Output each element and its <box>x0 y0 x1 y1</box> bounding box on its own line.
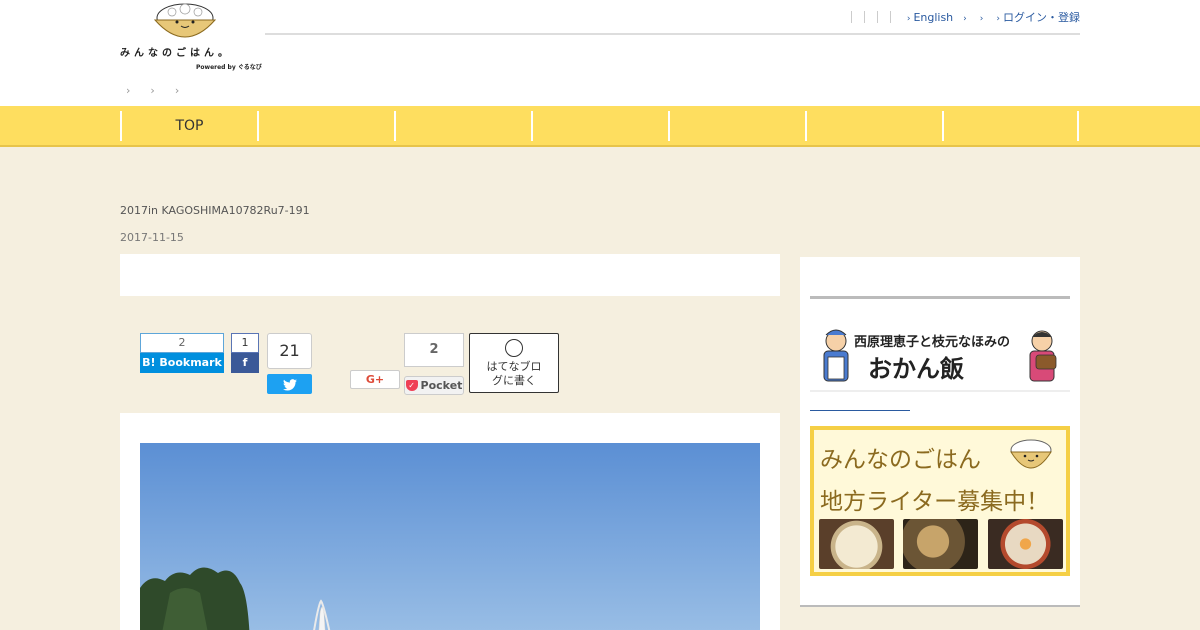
pocket-icon: ✓ <box>405 380 418 391</box>
okan-meshi-subtitle: 西原理恵子と枝元なほみの <box>854 335 1011 350</box>
global-nav: TOP <box>0 106 1200 147</box>
nav-item-top[interactable]: TOP <box>120 111 257 141</box>
header-divider <box>265 33 1080 35</box>
header-link-3[interactable]: › <box>980 11 987 24</box>
hatena-bookmark-count[interactable]: 2 <box>140 333 224 353</box>
facebook-share-count: 1 <box>231 333 259 353</box>
writer-recruit-banner[interactable]: みんなのごはん 地方ライター募集中！ <box>810 426 1070 576</box>
post-header-box <box>120 254 780 296</box>
header-link-english[interactable]: › English <box>907 11 953 24</box>
breadcrumb-chevron-icon[interactable]: › <box>150 84 154 97</box>
logo-powered-by: Powered by ぐるなび <box>196 64 262 71</box>
header-link-login[interactable]: › ログイン・登録 <box>996 9 1080 25</box>
twitter-share-count: 21 <box>267 333 312 369</box>
twitter-share-widget: 21 <box>267 333 312 394</box>
post-content <box>120 413 780 630</box>
writer-recruit-title: みんなのごはん <box>820 447 981 473</box>
nav-items: TOP <box>120 111 1079 141</box>
hatena-blog-icon <box>505 339 523 357</box>
post-title: 2017in KAGOSHIMA10782Ru7-191 <box>120 204 310 217</box>
chevron-right-icon: › <box>963 13 967 24</box>
facebook-share-widget: 1 f <box>231 333 259 373</box>
nav-item-5[interactable] <box>668 111 805 141</box>
food-photo-ramen <box>819 519 894 569</box>
okan-meshi-banner[interactable]: 西原理恵子と枝元なほみの おかん飯 <box>810 327 1070 393</box>
breadcrumb-chevron-icon[interactable]: › <box>175 84 179 97</box>
nav-item-4[interactable] <box>531 111 668 141</box>
google-plus-button[interactable]: G+ <box>350 370 400 389</box>
twitter-bird-icon <box>282 378 297 391</box>
facebook-share-button[interactable]: f <box>231 353 259 373</box>
writer-recruit-subtitle: 地方ライター募集中！ <box>820 489 1050 515</box>
chevron-right-icon: › <box>979 13 984 24</box>
nav-item-2[interactable] <box>257 111 394 141</box>
nav-item-7[interactable] <box>942 111 1079 141</box>
food-photo-oyster <box>903 519 978 569</box>
sidebar: 西原理恵子と枝元なほみの おかん飯 みんなのごはん 地方ライター募集中！ <box>800 257 1080 607</box>
header-link-separator <box>889 11 891 23</box>
post-photo <box>140 443 760 630</box>
sky-tower-photo <box>140 443 760 630</box>
header-links: › English › › › ログイン・登録 <box>845 9 1080 25</box>
post-date[interactable]: 2017-11-15 <box>120 231 184 244</box>
hatena-blog-button[interactable]: はてなブログに書く <box>469 333 559 393</box>
pocket-count: 2 <box>404 333 464 367</box>
breadcrumb: › › › <box>126 84 179 97</box>
header-link-separator <box>863 11 865 23</box>
food-photo-bowl <box>988 519 1063 569</box>
site-header: みんなのごはん。 Powered by ぐるなび › English › › › ロ… <box>0 0 1200 106</box>
okan-meshi-title: おかん飯 <box>868 355 964 383</box>
chevron-right-icon: › <box>996 14 1000 24</box>
header-link-separator <box>850 11 852 23</box>
nav-item-6[interactable] <box>805 111 942 141</box>
rice-bowl-icon <box>153 3 217 38</box>
header-link-2[interactable]: › <box>963 11 970 24</box>
pocket-button[interactable]: ✓ Pocket <box>404 376 464 395</box>
hatena-bookmark-button[interactable]: B! Bookmark <box>140 353 224 373</box>
pocket-widget: 2 ✓ Pocket <box>404 333 464 395</box>
rice-bowl-icon <box>1010 439 1052 469</box>
header-link-separator <box>876 11 878 23</box>
sidebar-divider <box>810 296 1070 299</box>
logo-text: みんなのごはん。 <box>120 48 232 59</box>
site-logo[interactable]: みんなのごはん。 Powered by ぐるなび <box>120 2 265 74</box>
hatena-bookmark-widget: 2 B! Bookmark <box>140 333 224 373</box>
sidebar-link[interactable] <box>810 410 910 411</box>
chevron-right-icon: › <box>906 13 911 24</box>
breadcrumb-chevron-icon[interactable]: › <box>126 84 130 97</box>
twitter-share-button[interactable] <box>267 374 312 394</box>
hatena-blog-label: はてなブログに書く <box>486 360 542 387</box>
nav-item-3[interactable] <box>394 111 531 141</box>
